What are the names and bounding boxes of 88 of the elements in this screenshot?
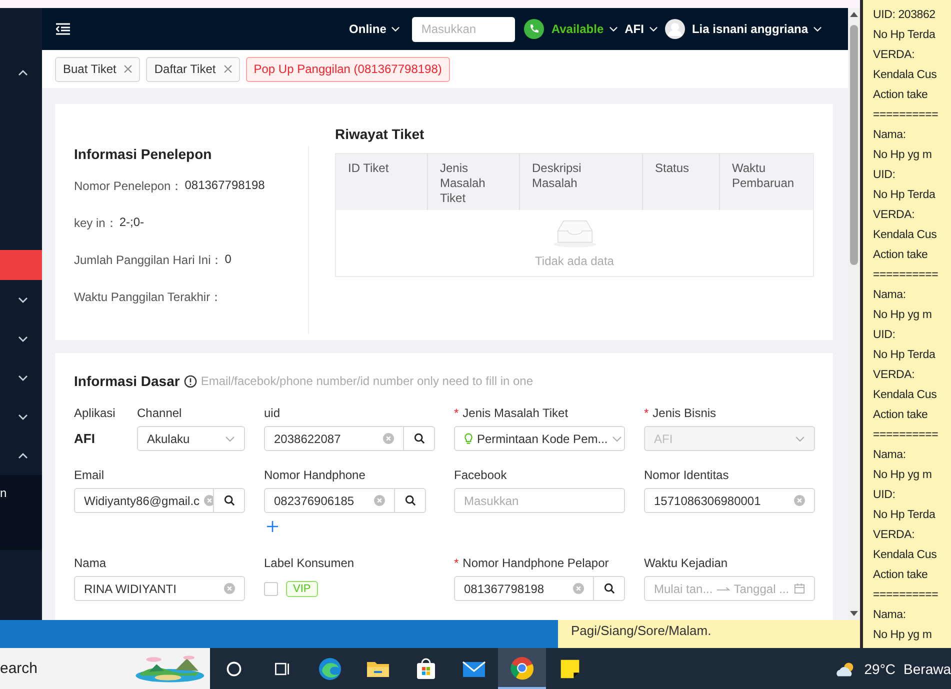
note-line: Nama: [873,128,907,143]
field-label: Aplikasi [74,406,116,419]
note-line: No Hp yg m [873,308,933,323]
note-line: ========== [873,428,940,443]
sidebar-item[interactable]: n [0,486,7,500]
section-title: Riwayat Tiket [335,126,426,142]
note-line: VERDA: [873,528,916,543]
availability-dropdown[interactable]: Available [551,22,618,36]
note-line: ========== [873,108,940,123]
weather-text: Berawa [904,660,951,676]
note-line: Action take [873,248,929,263]
field-label: Facebook [454,468,507,481]
required-mark: * [644,406,649,419]
note-line: Action take [873,568,929,583]
field-value: 0 [224,252,232,268]
note-line: No Hp Terda [873,348,936,363]
column-header: Deskripsi Masalah [532,161,582,190]
select-field[interactable]: Permintaan Kode Pem... [454,426,625,451]
field-label: Email [74,468,104,481]
tag: VIP [286,580,318,596]
field-value: 2-;0- [119,215,144,231]
field-label: Jenis Bisnis [652,406,716,419]
required-mark: * [454,406,459,419]
note-line: Kendala Cus [873,228,938,243]
note-line: No Hp yg m [873,628,933,643]
input-field[interactable]: Widiyanty86@gmail.c [74,488,214,513]
field-label: Nomor Identitas [644,468,729,481]
note-line: UID: [873,328,896,343]
note-line: VERDA: [873,368,916,383]
field-label: Channel [137,406,182,419]
status-dropdown[interactable]: Online [349,22,400,36]
column-header: Status [655,161,690,175]
note-line: UID: 203862 [873,8,936,23]
tab[interactable]: Daftar Tiket [146,56,240,82]
field-label: Label Konsumen [264,556,354,569]
note-line: No Hp Terda [873,28,936,43]
hint-text: Email/facebok/phone number/id number only need to fill in one [200,374,534,388]
empty-text: Tidak ada data [535,254,614,268]
user-dropdown[interactable]: Lia isnani anggriana [692,22,822,36]
note-line: ========== [873,268,940,283]
column-header: Jenis Masalah Tiket [440,161,486,205]
select-field[interactable]: Akulaku [137,426,245,451]
field-label: Nomor Handphone [264,468,366,481]
input-field[interactable]: 081367798198 [454,576,594,601]
section-title: Informasi Dasar [74,373,180,389]
tab[interactable]: Pop Up Panggilan (081367798198) [246,56,450,82]
note-line: No Hp yg m [873,468,933,483]
note-line: Kendala Cus [873,68,938,83]
input-field[interactable]: 1571086306980001 [644,488,815,513]
search-field[interactable]: Masukkan [412,16,516,42]
note-line: No Hp Terda [873,188,936,203]
note-line: Action take [873,88,929,103]
required-mark: * [454,556,459,569]
field-label: Jumlah Panggilan Hari Ini： [74,252,223,269]
section-title: Informasi Penelepon [74,146,213,162]
field-label: Waktu Panggilan Terakhir： [74,289,222,306]
input-field[interactable]: RINA WIDIYANTI [74,576,245,601]
input-field[interactable]: 082376906185 [264,488,395,513]
field-label: Nama [74,556,106,569]
column-header: ID Tiket [348,161,389,175]
field-label: Nomor Penelepon： [74,178,183,195]
note-line: VERDA: [873,208,916,223]
note-line: Action take [873,408,929,423]
field-label: Nomor Handphone Pelapor [462,556,609,569]
field-label: key in： [74,215,118,232]
note-line: ========== [873,588,940,603]
note-line: Nama: [873,448,907,463]
column-header: Waktu Pembaruan [732,161,794,190]
tab[interactable]: Buat Tiket [55,56,140,82]
field-label: Waktu Kejadian [644,556,728,569]
field-label: uid [264,406,280,419]
note-line: Kendala Cus [873,388,938,403]
note-line: Nama: [873,288,907,303]
note-line: UID: [873,168,896,183]
field-label: Jenis Masalah Tiket [462,406,568,419]
field-value: 081367798198 [184,178,265,194]
note-text: Pagi/Siang/Sore/Malam. [571,623,712,638]
note-line: Nama: [873,608,907,623]
note-line: VERDA: [873,48,916,63]
app-dropdown[interactable]: AFI [624,22,658,36]
input-field[interactable]: 2038622087 [264,426,404,451]
note-line: UID: [873,488,896,503]
note-line: Kendala Cus [873,548,938,563]
temperature-text: 29°C [864,660,896,676]
search-field[interactable]: earch [0,648,210,689]
field-value: AFI [74,430,96,446]
note-line: No Hp Terda [873,508,936,523]
note-line: No Hp yg m [873,148,933,163]
